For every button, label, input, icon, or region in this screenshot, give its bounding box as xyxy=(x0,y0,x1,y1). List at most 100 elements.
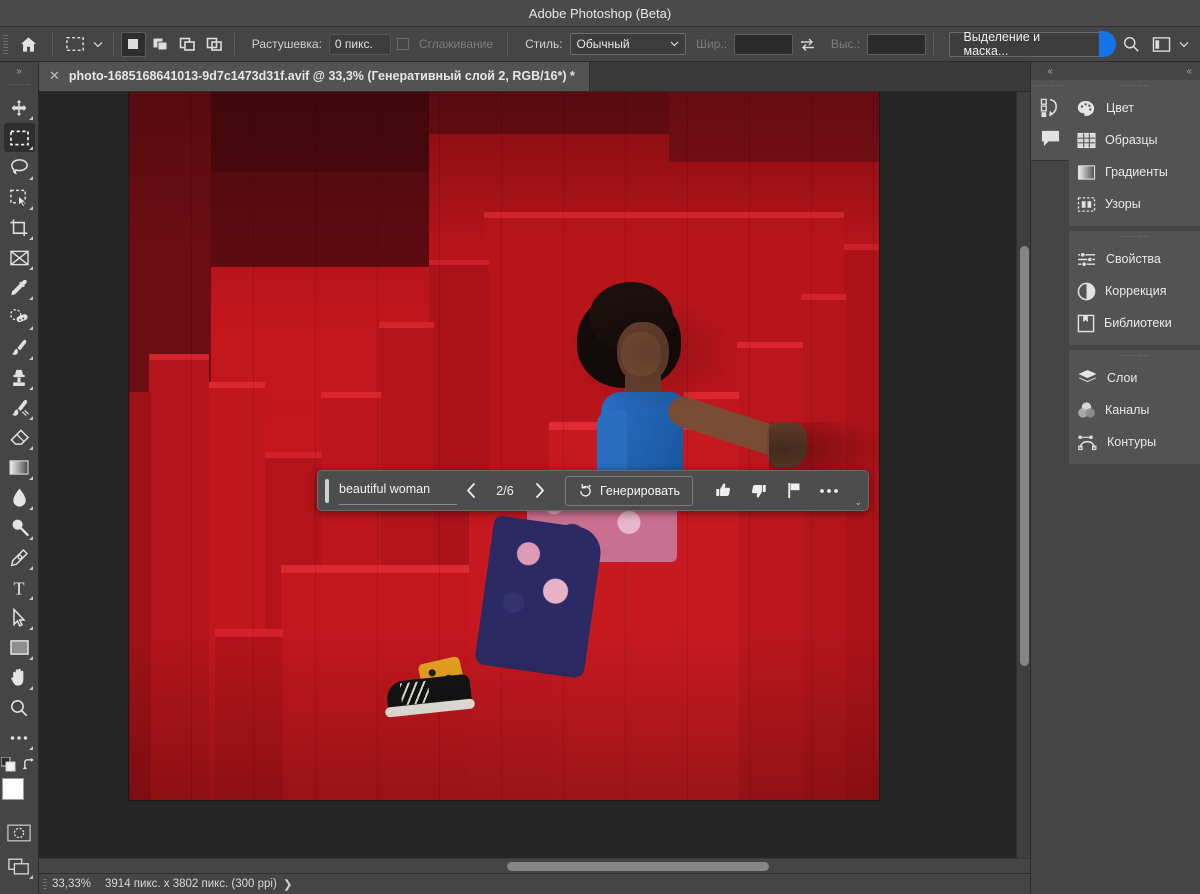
tool-more-corner xyxy=(28,656,33,660)
history-panel-icon[interactable] xyxy=(1034,92,1067,123)
swap-colors-icon[interactable] xyxy=(22,757,37,771)
panel-libraries[interactable]: Библиотеки xyxy=(1069,307,1200,339)
thumbs-up-icon[interactable] xyxy=(707,476,740,506)
panel-gradients[interactable]: Градиенты xyxy=(1069,156,1200,188)
toolbar-resize-chevron-down-icon[interactable]: ⌄ xyxy=(854,497,862,508)
default-colors-icon[interactable] xyxy=(1,756,16,772)
more-options-ellipsis-icon[interactable] xyxy=(812,476,845,506)
status-bar: 33,33% 3914 пикс. x 3802 пикс. (300 ppi)… xyxy=(39,873,1030,894)
scrollbar-thumb[interactable] xyxy=(507,862,769,871)
window-title: Adobe Photoshop (Beta) xyxy=(528,5,672,21)
panel-properties[interactable]: Свойства xyxy=(1069,243,1200,275)
pen-tool[interactable] xyxy=(4,543,35,572)
double-chevron-left-icon[interactable]: « xyxy=(1031,62,1070,80)
history-brush-tool[interactable] xyxy=(4,393,35,422)
double-chevron-left-icon[interactable]: « xyxy=(1069,62,1200,80)
panel-layers[interactable]: Слои xyxy=(1069,362,1200,394)
antialias-checkbox[interactable] xyxy=(397,38,409,50)
rectangle-tool[interactable] xyxy=(4,633,35,662)
secondary-panel-rail: « xyxy=(1030,62,1070,894)
home-icon[interactable] xyxy=(12,27,45,61)
quick-mask-button[interactable] xyxy=(4,818,35,847)
comments-panel-icon[interactable] xyxy=(1034,123,1067,154)
panel-paths[interactable]: Контуры xyxy=(1069,426,1200,458)
height-input[interactable] xyxy=(867,33,927,55)
drag-handle[interactable] xyxy=(325,478,329,503)
panel-color[interactable]: Цвет xyxy=(1069,92,1200,124)
dock-group-grip[interactable] xyxy=(1069,350,1200,362)
gradient-tool[interactable] xyxy=(4,453,35,482)
dock-group-grip[interactable] xyxy=(1069,231,1200,243)
style-label: Стиль: xyxy=(525,37,563,51)
chevron-right-icon[interactable]: ❯ xyxy=(283,877,293,891)
window-title-bar: Adobe Photoshop (Beta) xyxy=(0,0,1200,27)
chevron-down-icon[interactable] xyxy=(90,41,106,48)
panel-channels[interactable]: Каналы xyxy=(1069,394,1200,426)
options-bar-grip[interactable] xyxy=(1,33,10,55)
rectangular-marquee-icon[interactable] xyxy=(60,31,90,57)
select-and-mask-button[interactable]: Выделение и маска... xyxy=(949,30,1101,58)
lasso-tool[interactable] xyxy=(4,153,35,182)
tool-more-corner xyxy=(28,596,33,600)
prompt-input[interactable]: beautiful woman xyxy=(339,482,457,505)
generative-fill-toolbar[interactable]: beautiful woman 2/6 Генерировать ⌄ xyxy=(317,470,869,511)
hand-tool[interactable] xyxy=(4,663,35,692)
intersect-selection-button[interactable] xyxy=(202,32,227,57)
canvas-horizontal-scrollbar[interactable] xyxy=(39,858,1030,873)
workspace-chevron-down-icon[interactable] xyxy=(1176,41,1192,48)
dock-group-grip[interactable] xyxy=(1069,80,1200,92)
workspace-layout-icon[interactable] xyxy=(1146,29,1176,59)
next-variation-button[interactable] xyxy=(525,483,553,498)
paths-curve-icon xyxy=(1077,433,1098,451)
close-icon[interactable]: ✕ xyxy=(49,68,60,84)
width-input[interactable] xyxy=(734,33,794,55)
spot-healing-brush-tool[interactable] xyxy=(4,303,35,332)
panel-patterns[interactable]: Узоры xyxy=(1069,188,1200,220)
rectangular-marquee-tool[interactable] xyxy=(3,123,35,152)
document-tab[interactable]: ✕ photo-1685168641013-9d7c1473d31f.avif … xyxy=(39,61,590,91)
screen-mode-button[interactable] xyxy=(4,852,35,881)
eyedropper-tool[interactable] xyxy=(4,273,35,302)
selection-mode-group xyxy=(120,31,227,57)
foreground-color-swatch[interactable] xyxy=(2,778,24,800)
zoom-tool[interactable] xyxy=(4,693,35,722)
thumbs-down-icon[interactable] xyxy=(742,476,775,506)
double-chevron-right-icon[interactable]: » xyxy=(0,62,39,80)
frame-tool[interactable] xyxy=(4,243,35,272)
rail-grip[interactable] xyxy=(1030,80,1070,92)
panel-adjustments[interactable]: Коррекция xyxy=(1069,275,1200,307)
search-icon[interactable] xyxy=(1116,29,1146,59)
add-to-selection-button[interactable] xyxy=(148,32,173,57)
dodge-tool[interactable] xyxy=(4,513,35,542)
canvas-image[interactable] xyxy=(129,92,879,800)
generate-button[interactable]: Генерировать xyxy=(565,475,693,506)
style-select[interactable]: Обычный xyxy=(569,33,686,55)
blur-tool[interactable] xyxy=(4,483,35,512)
brush-tool[interactable] xyxy=(4,333,35,362)
document-tab-title: photo-1685168641013-9d7c1473d31f.avif @ … xyxy=(68,69,575,83)
path-selection-tool[interactable] xyxy=(4,603,35,632)
eraser-tool[interactable] xyxy=(4,423,35,452)
chevron-left-icon xyxy=(466,483,475,498)
variation-counter: 2/6 xyxy=(496,483,514,498)
panel-swatches[interactable]: Образцы xyxy=(1069,124,1200,156)
move-tool[interactable] xyxy=(4,93,35,122)
edit-toolbar-button[interactable] xyxy=(4,723,35,752)
feather-input[interactable]: 0 пикс. xyxy=(328,33,392,55)
new-selection-button[interactable] xyxy=(120,31,146,57)
crop-tool[interactable] xyxy=(4,213,35,242)
previous-variation-button[interactable] xyxy=(457,483,485,498)
clone-stamp-tool[interactable] xyxy=(4,363,35,392)
tools-panel-grip[interactable] xyxy=(8,80,30,90)
color-swatches[interactable] xyxy=(2,778,36,812)
library-book-icon xyxy=(1077,314,1095,333)
flag-icon[interactable] xyxy=(777,476,810,506)
zoom-level[interactable]: 33,33% xyxy=(52,878,91,890)
swap-arrows-icon[interactable] xyxy=(793,37,821,52)
canvas[interactable]: beautiful woman 2/6 Генерировать ⌄ xyxy=(39,92,1030,858)
type-tool[interactable]: T xyxy=(4,573,35,602)
object-selection-tool[interactable] xyxy=(4,183,35,212)
canvas-vertical-scrollbar[interactable] xyxy=(1016,92,1030,858)
scrollbar-thumb[interactable] xyxy=(1020,246,1029,666)
subtract-from-selection-button[interactable] xyxy=(175,32,200,57)
